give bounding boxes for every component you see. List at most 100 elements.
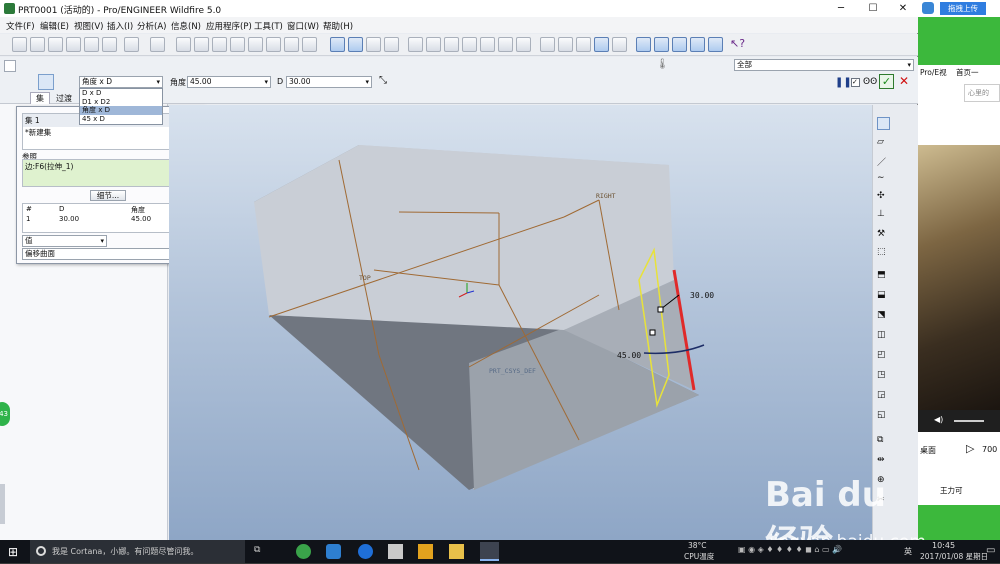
blend-icon[interactable]: ⬔	[877, 310, 890, 323]
curve-icon[interactable]: ∼	[877, 173, 890, 186]
app-360-icon[interactable]	[296, 544, 311, 559]
details-button[interactable]: 细节...	[90, 190, 126, 201]
paste-icon[interactable]	[212, 37, 227, 52]
app-game-icon[interactable]	[418, 544, 433, 559]
app-k-icon[interactable]	[358, 544, 373, 559]
menu-analysis[interactable]: 分析(A)	[137, 20, 166, 32]
bookmark-proe[interactable]: Pro/E视	[920, 67, 947, 78]
flip-direction-icon[interactable]: ⤡	[379, 75, 387, 86]
option-d1-x-d2[interactable]: D1 x D2	[80, 98, 162, 107]
rib-icon[interactable]: ◳	[877, 370, 890, 383]
new-icon[interactable]	[12, 37, 27, 52]
proe-task-icon[interactable]	[480, 542, 499, 561]
transition-mode-icon[interactable]	[57, 74, 73, 90]
find-icon[interactable]	[284, 37, 299, 52]
send-icon[interactable]	[84, 37, 99, 52]
tab-sets[interactable]: 集	[30, 92, 50, 104]
close-button[interactable]: ✕	[888, 0, 918, 17]
drag-upload-button[interactable]: 拖拽上传	[940, 2, 986, 15]
paste-special-icon[interactable]	[230, 37, 245, 52]
axis-display-icon[interactable]	[654, 37, 669, 52]
shaded-icon[interactable]	[594, 37, 609, 52]
view-manager-icon[interactable]	[516, 37, 531, 52]
panel-splitter[interactable]	[0, 484, 5, 524]
menu-applications[interactable]: 应用程序(P)	[206, 20, 252, 32]
start-icon[interactable]: ⊞	[8, 545, 18, 559]
set-mode-icon[interactable]	[38, 74, 54, 90]
confirm-button[interactable]: ✓	[879, 74, 894, 89]
menu-info[interactable]: 信息(N)	[171, 20, 201, 32]
preview-checkbox[interactable]: ✓	[851, 78, 860, 87]
tray-icons[interactable]: ▣ ◉ ◈ ♦ ♦ ♦ ♦ ◼ ⌂ ▭ 🔊	[738, 545, 842, 554]
cancel-button[interactable]: ✕	[899, 74, 909, 88]
video-player[interactable]: 🔈	[918, 145, 1000, 427]
task-view-icon[interactable]: ⧉	[254, 545, 260, 555]
reorient-icon[interactable]	[462, 37, 477, 52]
pattern-icon[interactable]: ⧉	[877, 435, 890, 448]
volume-slider[interactable]	[954, 420, 984, 422]
dimension-d-label[interactable]: 30.00	[690, 291, 714, 300]
option-angle-x-d[interactable]: 角度 x D	[80, 106, 162, 115]
filter-select[interactable]: 全部 ▾	[734, 59, 914, 71]
no-hidden-icon[interactable]	[576, 37, 591, 52]
bookmark-home[interactable]: 首页一	[956, 67, 979, 78]
d-input[interactable]: 30.00 ▾	[286, 76, 372, 88]
zoom-out-icon[interactable]	[426, 37, 441, 52]
menu-edit[interactable]: 编辑(E)	[40, 20, 69, 32]
pause-icon[interactable]: ❚❚	[835, 77, 852, 88]
glasses-icon[interactable]: ʘʘ	[863, 77, 877, 87]
drag-handle-d[interactable]	[657, 306, 664, 313]
option-d-x-d[interactable]: D x D	[80, 89, 162, 98]
hidden-line-icon[interactable]	[558, 37, 573, 52]
plane-icon[interactable]: ▱	[877, 137, 890, 150]
angle-input[interactable]: 45.00 ▾	[187, 76, 271, 88]
csys-display-icon[interactable]	[690, 37, 705, 52]
play-icon[interactable]: ▷	[966, 442, 974, 455]
undo-icon[interactable]	[124, 37, 139, 52]
wireframe-icon[interactable]	[540, 37, 555, 52]
hole-icon[interactable]: ◫	[877, 330, 890, 343]
desktop-tab[interactable]: 桌面	[920, 445, 936, 456]
enhanced-realism-icon[interactable]	[612, 37, 627, 52]
menu-insert[interactable]: 插入(I)	[107, 20, 133, 32]
value-select[interactable]: 值 ▾	[22, 235, 107, 247]
analysis-icon[interactable]: ⚒	[877, 229, 890, 242]
cortana-search[interactable]: 我是 Cortana，小娜。有问题尽管问我。	[30, 540, 245, 563]
regenerate-icon[interactable]	[248, 37, 263, 52]
copy-icon[interactable]	[194, 37, 209, 52]
cut-icon[interactable]	[176, 37, 191, 52]
menu-file[interactable]: 文件(F)	[6, 20, 35, 32]
zoom-in-icon[interactable]	[408, 37, 423, 52]
menu-tools[interactable]: 工具(T)	[254, 20, 283, 32]
round-icon[interactable]: ◱	[877, 410, 890, 423]
menu-window[interactable]: 窗口(W)	[287, 20, 319, 32]
menu-view[interactable]: 视图(V)	[74, 20, 103, 32]
axis-icon[interactable]: ／	[877, 155, 890, 168]
chamfer-scheme-select[interactable]: 角度 x D ▾	[79, 76, 163, 88]
select-box-icon[interactable]	[302, 37, 317, 52]
shell-icon[interactable]: ◰	[877, 350, 890, 363]
annotation-display-icon[interactable]	[708, 37, 723, 52]
refit-icon[interactable]	[444, 37, 459, 52]
save-icon[interactable]	[48, 37, 63, 52]
side-badge[interactable]: 43	[0, 402, 10, 426]
table-cell-d[interactable]: 30.00	[59, 215, 79, 223]
open-icon[interactable]	[30, 37, 45, 52]
app-cloud-icon[interactable]	[326, 544, 341, 559]
sweep-icon[interactable]: ⬓	[877, 290, 890, 303]
minimize-button[interactable]: ─	[826, 0, 856, 17]
app-doc-icon[interactable]	[388, 544, 403, 559]
option-45-x-d[interactable]: 45 x D	[80, 115, 162, 124]
shading-icon[interactable]	[384, 37, 399, 52]
datum-plane-display-icon[interactable]	[330, 37, 345, 52]
redo-icon[interactable]	[150, 37, 165, 52]
sketcher-icon[interactable]	[4, 60, 16, 72]
context-help-icon[interactable]: ↖?	[730, 37, 745, 50]
drag-handle-angle[interactable]	[649, 329, 656, 336]
datum-axis-display-icon[interactable]	[348, 37, 363, 52]
dimension-angle-label[interactable]: 45.00	[617, 351, 641, 360]
table-cell-angle[interactable]: 45.00	[131, 215, 151, 223]
sketch-icon[interactable]	[877, 117, 890, 130]
plane-display-icon[interactable]	[636, 37, 651, 52]
menu-help[interactable]: 帮助(H)	[323, 20, 353, 32]
